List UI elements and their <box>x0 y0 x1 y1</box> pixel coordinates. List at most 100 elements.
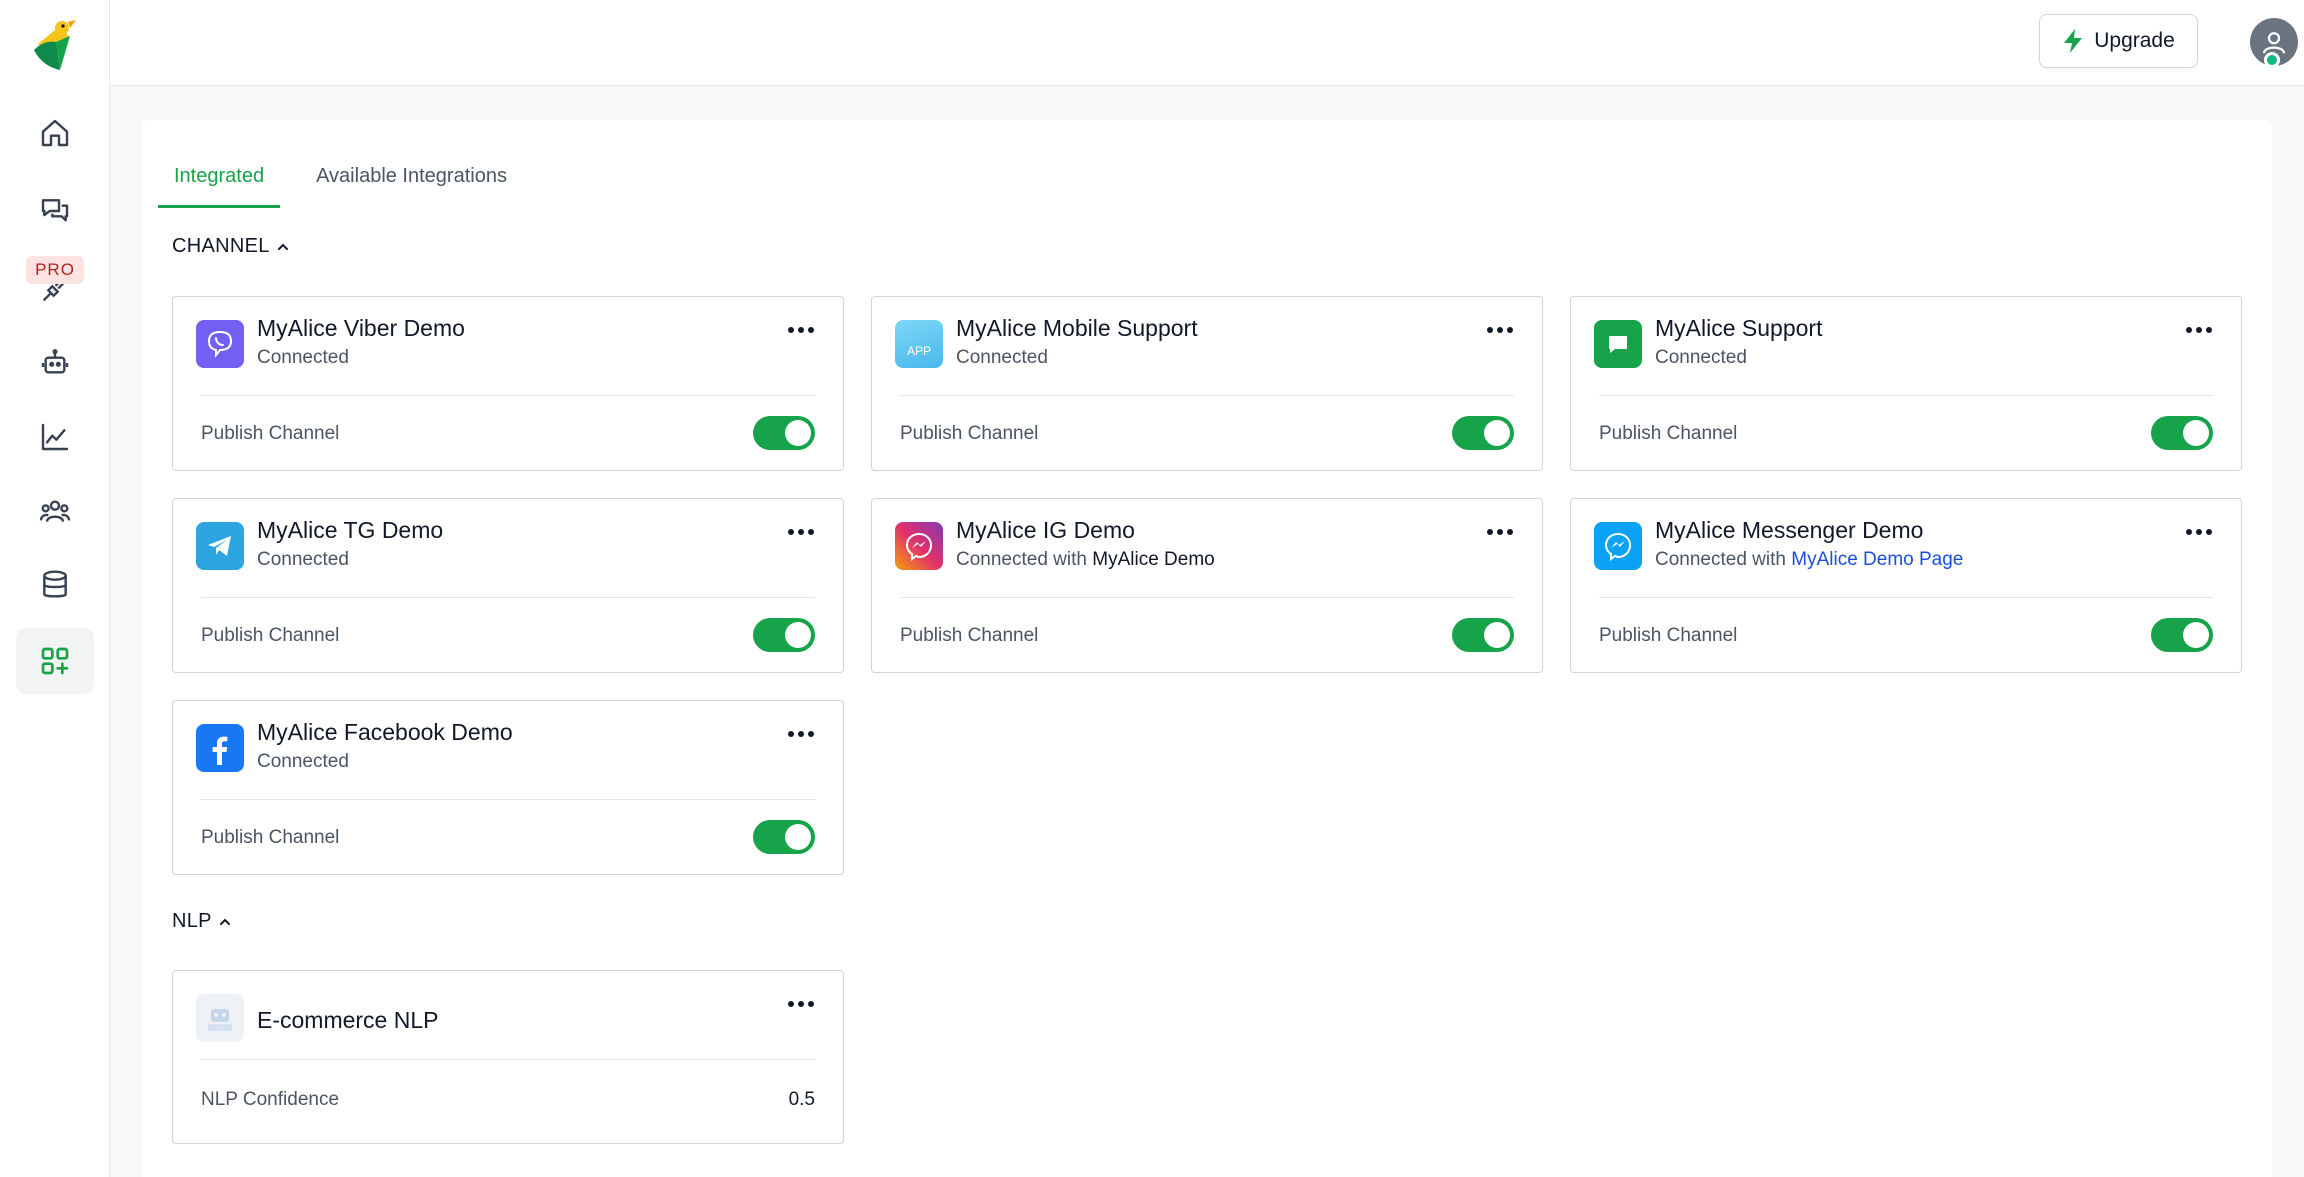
nav-bot[interactable] <box>16 330 94 396</box>
channel-title: MyAlice Viber Demo <box>257 315 465 341</box>
integrations-panel: Integrated Available Integrations CHANNE… <box>142 120 2272 1177</box>
nav-customers[interactable] <box>16 478 94 544</box>
divider <box>1599 597 2213 598</box>
nlp-title: E-commerce NLP <box>257 1007 439 1033</box>
channel-card-telegram: MyAlice TG Demo Connected Publish Channe… <box>172 498 844 673</box>
messenger-icon <box>1594 522 1642 570</box>
channel-title: MyAlice IG Demo <box>956 517 1135 543</box>
nav-home[interactable] <box>16 100 94 166</box>
divider <box>1599 395 2213 396</box>
svg-text:APP: APP <box>907 344 931 358</box>
channel-card-mobile-support: APP MyAlice Mobile Support Connected Pub… <box>871 296 1543 471</box>
connected-page-link[interactable]: MyAlice Demo Page <box>1791 549 1963 570</box>
publish-channel-label: Publish Channel <box>201 423 340 444</box>
upgrade-label: Upgrade <box>2094 29 2175 52</box>
nlp-card-ecommerce: E-commerce NLP NLP Confidence 0.5 <box>172 970 844 1144</box>
channel-card-viber: MyAlice Viber Demo Connected Publish Cha… <box>172 296 844 471</box>
section-nlp-header[interactable]: NLP <box>172 910 232 933</box>
publish-toggle[interactable] <box>1452 618 1514 652</box>
chevron-up-icon <box>219 918 230 925</box>
lightning-icon <box>2064 29 2083 53</box>
publish-channel-label: Publish Channel <box>1599 423 1738 444</box>
bot-icon <box>41 349 69 374</box>
section-channel-header[interactable]: CHANNEL <box>172 235 290 258</box>
more-options-icon[interactable] <box>787 997 815 1011</box>
section-nlp-title: NLP <box>172 910 212 932</box>
integrations-icon <box>41 647 69 675</box>
publish-toggle[interactable] <box>753 618 815 652</box>
divider <box>201 1059 815 1060</box>
nav-analytics[interactable] <box>16 404 94 470</box>
database-icon <box>43 570 67 598</box>
telegram-icon <box>196 522 244 570</box>
channel-card-support: MyAlice Support Connected Publish Channe… <box>1570 296 2242 471</box>
section-channel-title: CHANNEL <box>172 235 270 257</box>
team-icon <box>39 500 71 523</box>
home-icon <box>41 119 69 147</box>
tab-bar: Integrated Available Integrations <box>158 144 523 208</box>
myalice-logo[interactable] <box>30 10 80 72</box>
status-prefix: Connected with <box>1655 549 1792 570</box>
viber-icon <box>196 320 244 368</box>
channel-title: MyAlice Facebook Demo <box>257 719 513 745</box>
more-options-icon[interactable] <box>2185 323 2213 337</box>
publish-toggle[interactable] <box>2151 618 2213 652</box>
status-prefix: Connected with <box>956 549 1093 570</box>
channel-title: MyAlice TG Demo <box>257 517 444 543</box>
channel-card-facebook: MyAlice Facebook Demo Connected Publish … <box>172 700 844 875</box>
publish-toggle[interactable] <box>753 820 815 854</box>
more-options-icon[interactable] <box>1486 525 1514 539</box>
livechat-icon <box>1594 320 1642 368</box>
top-bar: Upgrade <box>110 0 2304 86</box>
upgrade-button[interactable]: Upgrade <box>2039 14 2198 68</box>
channel-card-messenger: MyAlice Messenger Demo Connected with My… <box>1570 498 2242 673</box>
more-options-icon[interactable] <box>2185 525 2213 539</box>
nav-inbox[interactable] <box>16 178 94 244</box>
publish-channel-label: Publish Channel <box>900 423 1039 444</box>
more-options-icon[interactable] <box>1486 323 1514 337</box>
divider <box>900 597 1514 598</box>
channel-status: Connected <box>1655 347 1747 368</box>
channel-status: Connected with MyAlice Demo Page <box>1655 549 1963 571</box>
analytics-icon <box>41 423 69 451</box>
publish-channel-label: Publish Channel <box>1599 625 1738 646</box>
channel-status: Connected <box>956 347 1048 368</box>
connected-account: MyAlice Demo <box>1092 549 1215 570</box>
channel-card-instagram: MyAlice IG Demo Connected with MyAlice D… <box>871 498 1543 673</box>
app-icon: APP <box>895 320 943 368</box>
publish-toggle[interactable] <box>753 416 815 450</box>
chevron-up-icon <box>277 243 288 250</box>
channel-status: Connected <box>257 549 349 570</box>
publish-channel-label: Publish Channel <box>900 625 1039 646</box>
channel-title: MyAlice Messenger Demo <box>1655 517 1924 543</box>
nlp-confidence-value: 0.5 <box>788 1089 815 1110</box>
divider <box>201 395 815 396</box>
publish-channel-label: Publish Channel <box>201 625 340 646</box>
more-options-icon[interactable] <box>787 323 815 337</box>
publish-toggle[interactable] <box>1452 416 1514 450</box>
sidebar: PRO <box>0 0 110 1177</box>
pro-badge: PRO <box>26 256 84 284</box>
divider <box>900 395 1514 396</box>
channel-title: MyAlice Mobile Support <box>956 315 1198 341</box>
more-options-icon[interactable] <box>787 727 815 741</box>
nav-integrations[interactable] <box>16 628 94 694</box>
nlp-bot-icon <box>196 994 244 1042</box>
channel-title: MyAlice Support <box>1655 315 1823 341</box>
divider <box>201 597 815 598</box>
facebook-icon <box>196 724 244 772</box>
channel-status: Connected <box>257 347 349 368</box>
instagram-messenger-icon <box>895 522 943 570</box>
more-options-icon[interactable] <box>787 525 815 539</box>
online-status-dot <box>2264 52 2280 68</box>
chat-icon <box>41 199 69 222</box>
nlp-confidence-label: NLP Confidence <box>201 1089 340 1110</box>
publish-channel-label: Publish Channel <box>201 827 340 848</box>
divider <box>201 799 815 800</box>
channel-status: Connected with MyAlice Demo <box>956 549 1215 571</box>
nav-data[interactable] <box>16 552 94 618</box>
tab-integrated[interactable]: Integrated <box>158 144 281 208</box>
tab-available-integrations[interactable]: Available Integrations <box>300 144 523 208</box>
publish-toggle[interactable] <box>2151 416 2213 450</box>
channel-status: Connected <box>257 751 349 772</box>
